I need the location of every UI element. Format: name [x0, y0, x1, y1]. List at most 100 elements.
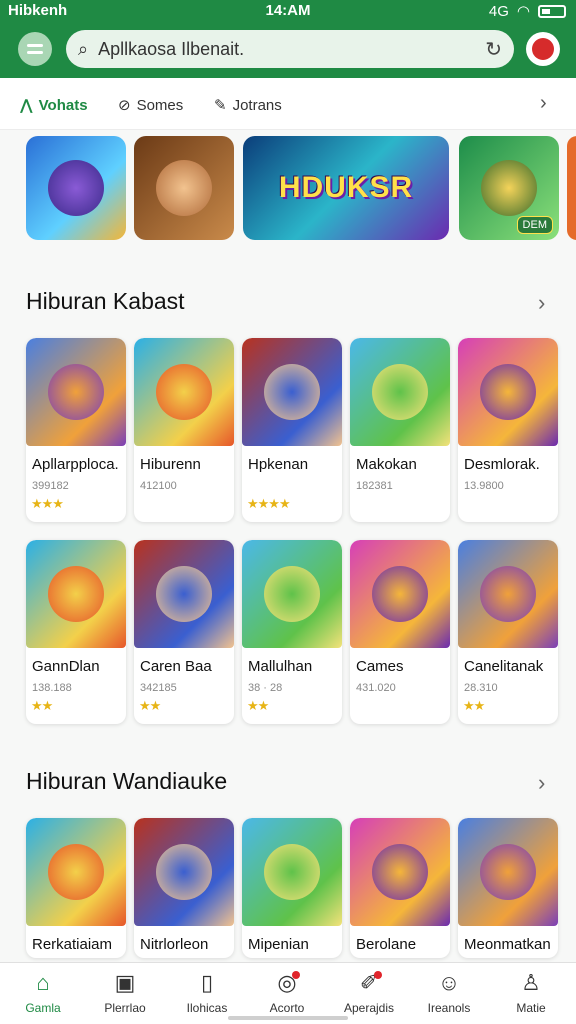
app-name: Berolane	[356, 936, 417, 953]
app-card[interactable]: Desmlorak. 13.9800	[458, 338, 558, 522]
character-art	[48, 844, 104, 900]
app-icon-art	[350, 818, 450, 926]
app-icon-art	[242, 540, 342, 648]
section-title: Hiburan Wandiauke	[26, 768, 228, 794]
app-icon-art	[458, 338, 558, 446]
banner-tile[interactable]	[134, 136, 234, 240]
app-name: Rerkatiaiam	[32, 936, 113, 953]
app-rating: ★★★★	[247, 496, 291, 511]
chevron-right-icon[interactable]: ›	[538, 770, 545, 796]
notification-badge	[374, 971, 382, 979]
character-art	[372, 844, 428, 900]
chip-label: Jotrans	[232, 96, 282, 114]
chip-jotrans[interactable]: ✎ Jotrans	[214, 96, 282, 115]
nav-label: Acorto	[269, 1001, 305, 1015]
app-card[interactable]: Canelitanak 28.310 ★★	[458, 540, 558, 724]
search-input[interactable]	[98, 38, 486, 60]
nav-label: Matie	[516, 1001, 546, 1015]
app-downloads: 182381	[356, 480, 393, 492]
app-downloads: 138.188	[32, 682, 72, 694]
app-icon-art	[350, 540, 450, 648]
bottom-nav: ⌂ Gamla ▣ Plerrlao ▯ Ilohicas ◎ Acorto ✐…	[0, 962, 576, 1024]
app-icon-art	[26, 338, 126, 446]
app-name: Canelitanak	[464, 658, 544, 675]
app-name: Caren Baa	[140, 658, 212, 675]
nav-item-camera[interactable]: ◎ Acorto	[246, 969, 328, 1015]
app-name: Nitrlorleon	[140, 936, 209, 953]
app-name: Mipenian	[248, 936, 309, 953]
app-card[interactable]: GannDlan 138.188 ★★	[26, 540, 126, 724]
app-icon-art	[26, 818, 126, 926]
chip-somes[interactable]: ⊘ Somes	[118, 96, 184, 115]
banner-badge: DEM	[516, 216, 553, 234]
app-card[interactable]: Cames 431.020	[350, 540, 450, 724]
home-indicator	[228, 1016, 348, 1020]
refresh-icon[interactable]: ↻	[485, 37, 502, 62]
battery-icon	[538, 4, 566, 18]
app-card[interactable]: Apllarpploca. 399182 ★★★	[26, 338, 126, 522]
app-card[interactable]: Rerkatiaiam	[26, 818, 126, 958]
app-downloads: 431.020	[356, 682, 396, 694]
nav-item-profile[interactable]: ♙ Matie	[490, 969, 572, 1015]
signal-label: 4G	[488, 2, 509, 20]
home-icon: ⌂	[36, 970, 50, 995]
chevron-right-icon[interactable]: ›	[538, 290, 545, 316]
character-art	[372, 364, 428, 420]
app-icon-art	[350, 338, 450, 446]
app-downloads: 412100	[140, 480, 177, 492]
nav-item-home[interactable]: ⌂ Gamla	[2, 969, 84, 1015]
app-name: Makokan	[356, 456, 417, 473]
banner-tile[interactable]: DEM	[459, 136, 559, 240]
menu-button[interactable]	[18, 32, 52, 66]
banner-tile[interactable]	[567, 136, 576, 240]
app-icon-art	[134, 338, 234, 446]
character-art	[480, 364, 536, 420]
menu-icon	[27, 44, 43, 47]
character-art	[480, 844, 536, 900]
chip-vohats[interactable]: ⋀ Vohats	[20, 96, 88, 115]
app-name: GannDlan	[32, 658, 100, 675]
app-card[interactable]: Hpkenan ★★★★	[242, 338, 342, 522]
banner-title: HDUKSR	[278, 171, 414, 204]
character-art	[264, 566, 320, 622]
book-icon: ▯	[200, 970, 214, 995]
category-chips: ⋀ Vohats ⊘ Somes ✎ Jotrans ›	[0, 78, 576, 130]
character-art	[264, 364, 320, 420]
feather-icon: ✎	[214, 97, 227, 114]
nav-label: Gamla	[25, 1001, 61, 1015]
app-card[interactable]: Hiburenn 412100	[134, 338, 234, 522]
chevron-right-icon[interactable]: ›	[540, 92, 547, 115]
character-art	[481, 160, 537, 216]
character-art	[156, 160, 212, 216]
character-art	[156, 844, 212, 900]
nav-item-smile[interactable]: ☺ Ireanols	[408, 969, 490, 1015]
app-card[interactable]: Nitrlorleon	[134, 818, 234, 958]
app-card[interactable]: Meonmatkan	[458, 818, 558, 958]
app-rating: ★★	[247, 698, 269, 713]
nav-item-games[interactable]: ▣ Plerrlao	[84, 969, 166, 1015]
nav-item-rocket[interactable]: ✐ Aperajdis	[328, 969, 410, 1015]
app-card[interactable]: Caren Baa 342185 ★★	[134, 540, 234, 724]
featured-banner[interactable]: HDUKSR	[243, 136, 449, 240]
camera-icon: ◎	[246, 969, 328, 997]
app-icon-art	[134, 818, 234, 926]
character-art	[48, 364, 104, 420]
chip-label: Somes	[136, 96, 184, 114]
app-header: Hibkenh 14:AM 4G ◠ ⌕ ↻	[0, 0, 576, 78]
app-icon-art	[242, 818, 342, 926]
status-bar: Hibkenh 14:AM 4G ◠	[0, 0, 576, 22]
app-card[interactable]: Mallulhan 38 · 28 ★★	[242, 540, 342, 724]
app-icon-art	[134, 540, 234, 648]
smile-icon: ☺	[437, 970, 461, 995]
app-icon-art	[26, 540, 126, 648]
app-card[interactable]: Makokan 182381	[350, 338, 450, 522]
banner-tile[interactable]	[26, 136, 126, 240]
app-card[interactable]: Mipenian	[242, 818, 342, 958]
character-art	[156, 364, 212, 420]
nav-item-books[interactable]: ▯ Ilohicas	[166, 969, 248, 1015]
notification-badge	[292, 971, 300, 979]
app-card[interactable]: Berolane	[350, 818, 450, 958]
app-downloads: 28.310	[464, 682, 498, 694]
search-bar[interactable]: ⌕ ↻	[66, 30, 514, 68]
profile-avatar[interactable]	[526, 32, 560, 66]
